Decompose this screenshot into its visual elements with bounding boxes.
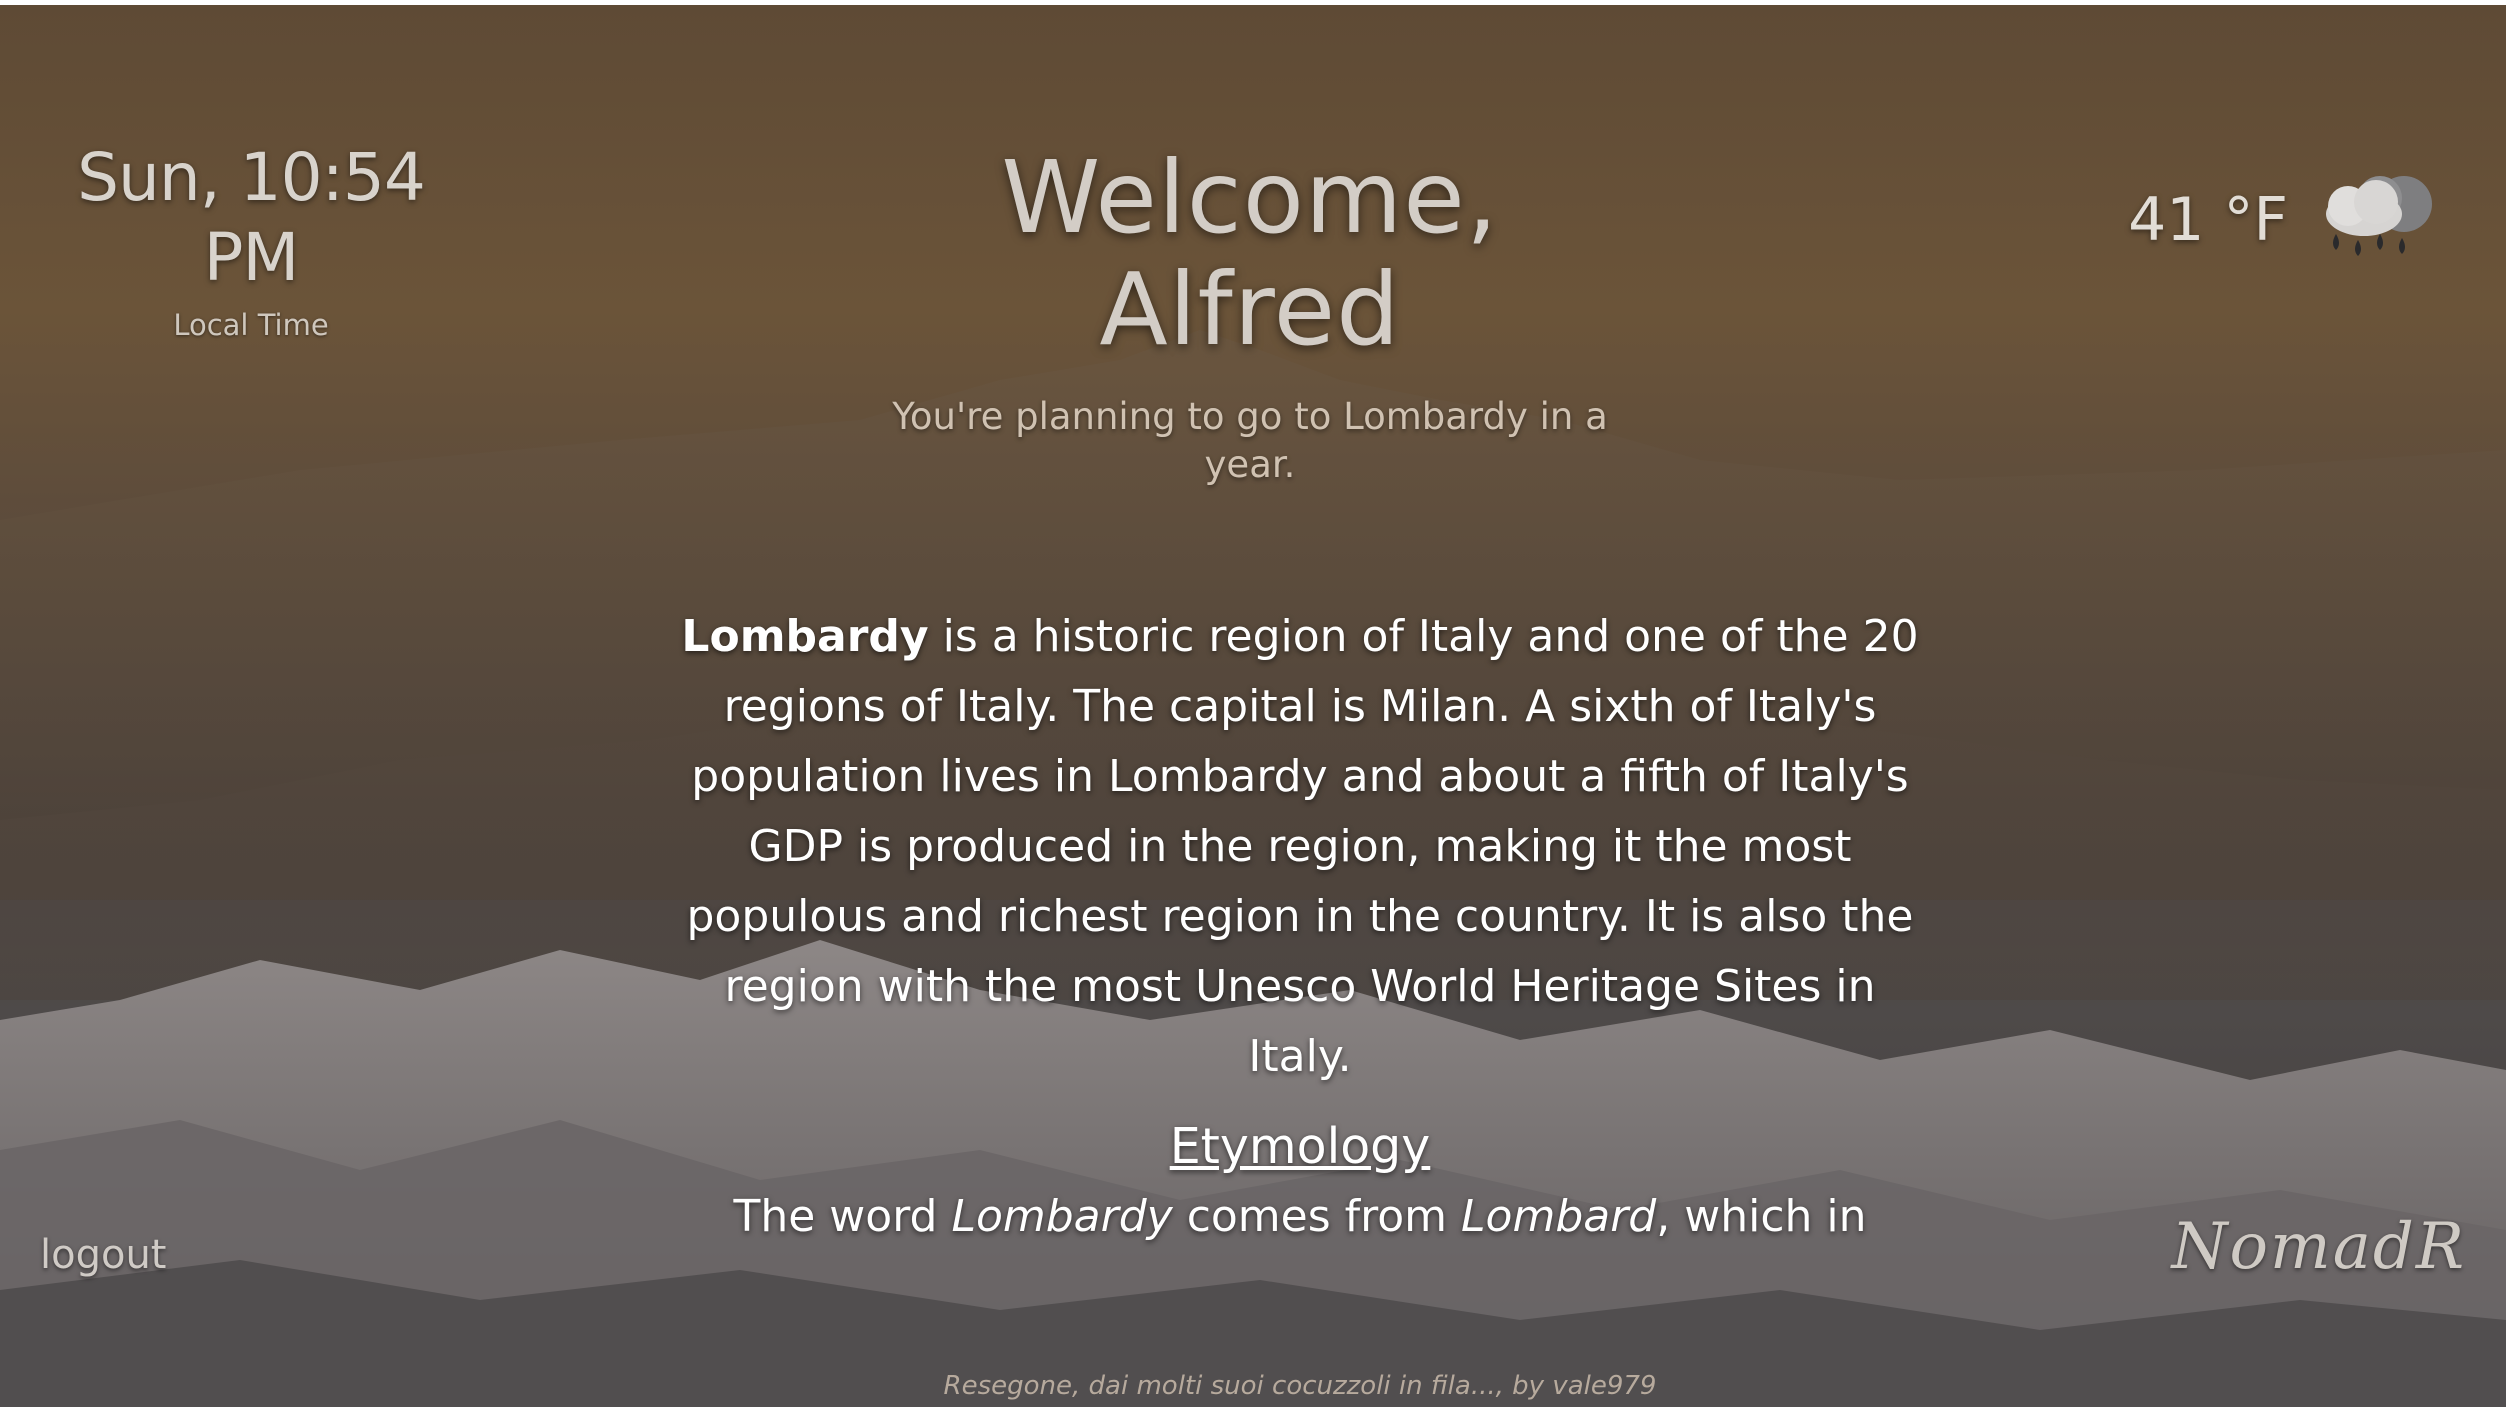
- etymology-text-1: The word: [733, 1191, 952, 1242]
- etymology-heading: Etymology: [1169, 1118, 1431, 1175]
- etymology-paragraph: The word Lombardy comes from Lombard, wh…: [680, 1182, 1920, 1252]
- clock-widget: Sun, 10:54 PM Local Time: [36, 138, 466, 342]
- intro-text: is a historic region of Italy and one of…: [686, 611, 1919, 1082]
- region-description: Lombardy is a historic region of Italy a…: [680, 602, 1920, 1252]
- intro-paragraph: Lombardy is a historic region of Italy a…: [680, 602, 1920, 1092]
- trip-plan-text: You're planning to go to Lombardy in a y…: [892, 395, 1608, 486]
- etymology-term-2: Lombard: [1461, 1191, 1657, 1242]
- logout-link[interactable]: logout: [40, 1232, 166, 1278]
- rain-cloud-icon: [2306, 168, 2446, 272]
- weather-widget: 41 °F: [2128, 168, 2446, 272]
- welcome-greeting: Welcome,: [1001, 139, 1499, 256]
- nomadr-logo: NomadR: [2171, 1210, 2466, 1284]
- etymology-term-1: Lombardy: [951, 1191, 1173, 1242]
- clock-time: Sun, 10:54 PM: [77, 139, 426, 296]
- welcome-username: Alfred: [1099, 251, 1401, 368]
- top-border: [0, 0, 2506, 5]
- clock-caption: Local Time: [173, 308, 329, 342]
- etymology-text-3: , which in: [1656, 1191, 1867, 1242]
- photo-credit: Resegone, dai molti suoi cocuzzoli in fi…: [943, 1371, 1657, 1401]
- etymology-text-2: comes from: [1172, 1191, 1462, 1242]
- region-name: Lombardy: [681, 611, 929, 662]
- welcome-heading: Welcome, Alfred: [900, 142, 1600, 366]
- temperature: 41 °F: [2128, 185, 2288, 255]
